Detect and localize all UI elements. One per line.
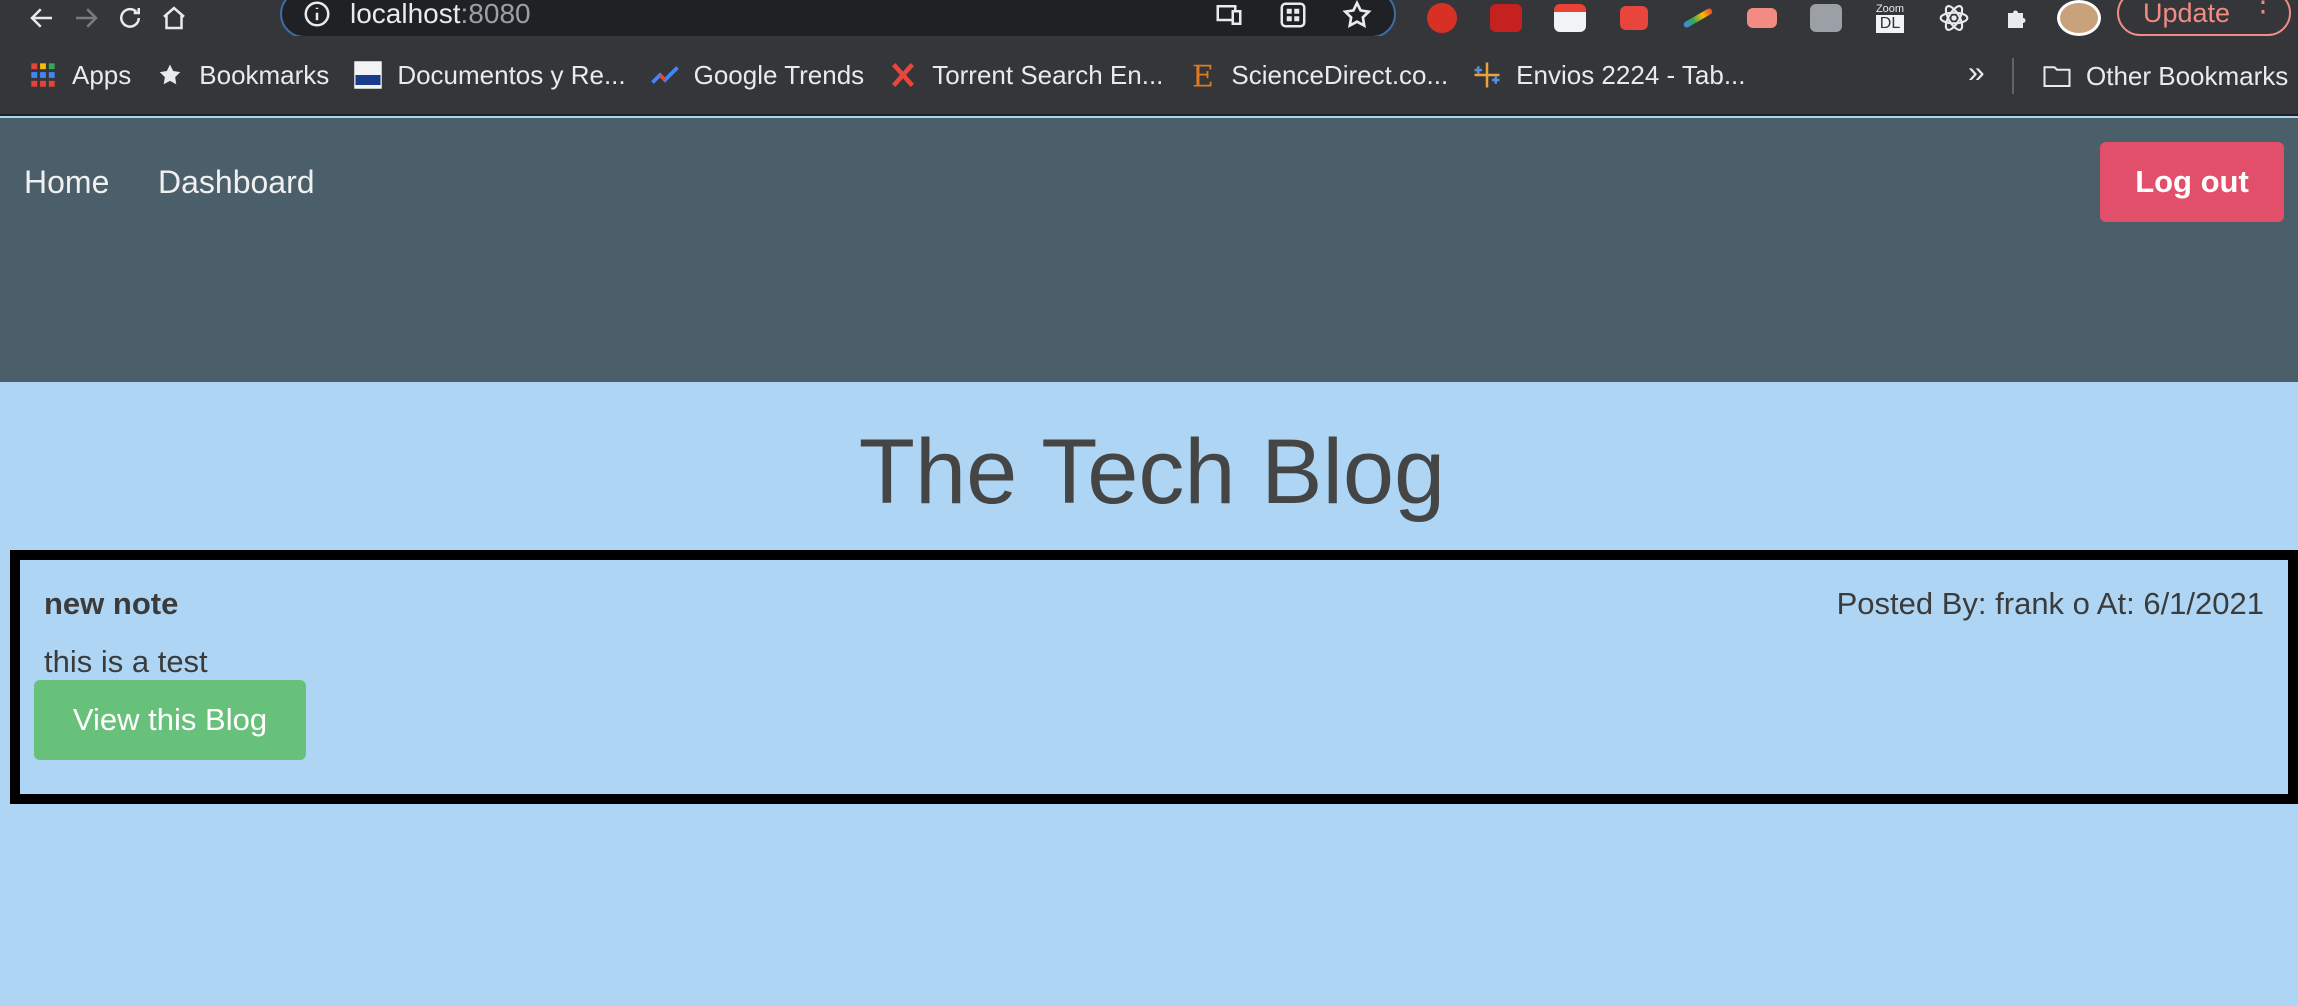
app-navbar: Home Dashboard Log out bbox=[0, 118, 2298, 382]
tab-search-icon[interactable] bbox=[1268, 0, 1318, 34]
zoom-dl-bottom-text: DL bbox=[1875, 15, 1905, 33]
nav-home-link[interactable]: Home bbox=[24, 164, 109, 201]
hand-stop-extension-icon[interactable] bbox=[1416, 0, 1468, 36]
star-icon bbox=[155, 60, 185, 90]
bookmark-torrent-search[interactable]: Torrent Search En... bbox=[876, 53, 1175, 97]
bookmark-bookmarks[interactable]: Bookmarks bbox=[143, 53, 341, 97]
logout-button[interactable]: Log out bbox=[2100, 142, 2284, 222]
bookmark-label: Documentos y Re... bbox=[397, 59, 626, 90]
bookmark-label: Bookmarks bbox=[199, 59, 330, 90]
nav-dashboard-link[interactable]: Dashboard bbox=[158, 164, 315, 201]
bookmark-label: Envios 2224 - Tab... bbox=[1516, 59, 1746, 90]
bookmark-star-icon[interactable] bbox=[1332, 0, 1382, 34]
home-icon bbox=[163, 6, 185, 30]
bookmark-label: Google Trends bbox=[693, 59, 865, 90]
page-title: The Tech Blog bbox=[858, 421, 1446, 523]
color-picker-extension-icon[interactable] bbox=[1672, 0, 1724, 36]
x-logo-icon bbox=[888, 60, 918, 90]
ad-extension-icon[interactable] bbox=[1608, 0, 1660, 36]
bookmark-apps[interactable]: Apps bbox=[16, 53, 143, 97]
post-card: new note Posted By: frank o At: 6/1/2021… bbox=[10, 550, 2298, 804]
reload-button[interactable] bbox=[108, 1, 152, 35]
fast-forward-extension-icon[interactable] bbox=[1480, 0, 1532, 36]
post-body: this is a test bbox=[44, 644, 208, 679]
trends-icon bbox=[650, 60, 680, 90]
url-host: localhost bbox=[350, 0, 461, 29]
extensions-row: Zoom DL bbox=[1416, 0, 2044, 36]
bookmarks-bar: Apps Bookmarks Documentos y Re... Google… bbox=[0, 36, 2298, 116]
bookmark-label: ScienceDirect.co... bbox=[1231, 59, 1449, 90]
folder-icon bbox=[2042, 61, 2072, 91]
uaf-logo-icon bbox=[353, 60, 383, 90]
bookmark-label: Torrent Search En... bbox=[932, 59, 1164, 90]
zoom-dl-top-text: Zoom bbox=[1875, 3, 1905, 15]
zoom-dl-extension-icon[interactable]: Zoom DL bbox=[1864, 0, 1916, 36]
install-app-icon[interactable] bbox=[1204, 0, 1254, 34]
more-bookmarks-chevron[interactable]: » bbox=[1968, 56, 1985, 90]
bookmark-label: Apps bbox=[72, 59, 132, 90]
post-meta: Posted By: frank o At: 6/1/2021 bbox=[1836, 586, 2264, 621]
more-menu-icon[interactable]: ⋮ bbox=[2249, 0, 2277, 16]
site-info-icon[interactable] bbox=[302, 0, 332, 29]
react-devtools-extension-icon[interactable] bbox=[1928, 0, 1980, 36]
back-arrow-icon bbox=[30, 8, 52, 28]
puzzle-extensions-icon[interactable] bbox=[1992, 0, 2044, 36]
bookmark-other[interactable]: Other Bookmarks bbox=[2030, 54, 2298, 98]
forward-button[interactable] bbox=[64, 1, 108, 35]
post-title: new note bbox=[44, 586, 179, 621]
forward-arrow-icon bbox=[76, 8, 98, 28]
back-button[interactable] bbox=[20, 1, 64, 35]
bookmarks-divider bbox=[2012, 58, 2014, 94]
apps-grid-icon bbox=[28, 60, 58, 90]
elsevier-icon: E bbox=[1187, 59, 1217, 92]
view-blog-button[interactable]: View this Blog bbox=[34, 680, 306, 760]
url-port: :8080 bbox=[460, 0, 531, 29]
update-label: Update bbox=[2143, 0, 2231, 28]
home-button[interactable] bbox=[152, 1, 196, 35]
browser-toolbar: localhost:8080 Zoom DL Update ⋮ bbox=[0, 0, 2298, 38]
bookmark-sciencedirect[interactable]: E ScienceDirect.co... bbox=[1175, 53, 1460, 97]
pdf-extension-icon[interactable] bbox=[1544, 0, 1596, 36]
bookmark-envios[interactable]: Envios 2224 - Tab... bbox=[1460, 53, 1757, 97]
reload-icon bbox=[120, 7, 140, 28]
tableau-icon bbox=[1472, 60, 1502, 90]
profile-avatar[interactable] bbox=[2057, 0, 2101, 36]
bookmark-documentos[interactable]: Documentos y Re... bbox=[341, 53, 637, 97]
svg-text:E: E bbox=[1192, 59, 1214, 92]
url-text[interactable]: localhost:8080 bbox=[350, 0, 531, 30]
bookmark-google-trends[interactable]: Google Trends bbox=[638, 53, 877, 97]
sleep-extension-icon[interactable] bbox=[1800, 0, 1852, 36]
address-bar[interactable]: localhost:8080 bbox=[280, 0, 1396, 38]
video-extension-icon[interactable] bbox=[1736, 0, 1788, 36]
bookmark-label: Other Bookmarks bbox=[2086, 60, 2289, 91]
main-content: The Tech Blog new note Posted By: frank … bbox=[0, 382, 2298, 1006]
update-button[interactable]: Update ⋮ bbox=[2117, 0, 2291, 36]
